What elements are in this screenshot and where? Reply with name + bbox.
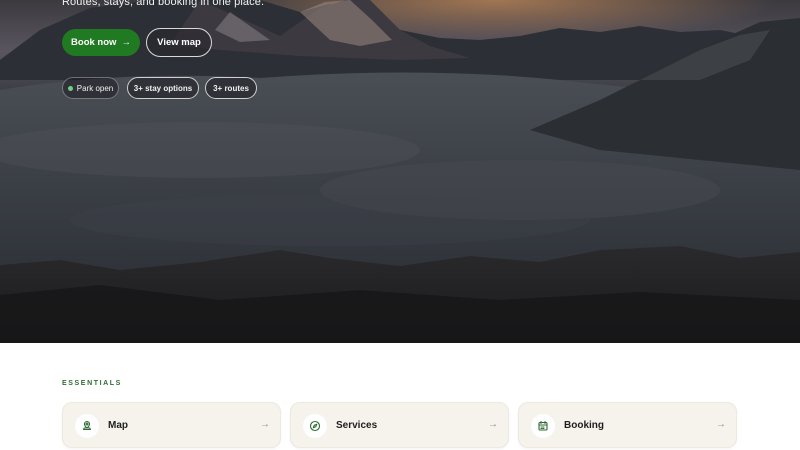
hero-section: Routes, stays, and booking in one place.… <box>0 0 800 343</box>
card-services-label: Services <box>336 420 378 431</box>
view-map-label: View map <box>157 37 201 48</box>
stay-options-label: 3+ stay options <box>133 83 193 93</box>
map-pin-icon <box>75 414 99 438</box>
hero-tagline: Routes, stays, and booking in one place. <box>62 0 265 8</box>
routes-chip[interactable]: 3+ routes <box>205 77 257 99</box>
compass-icon <box>303 414 327 438</box>
arrow-right-icon: → <box>716 419 726 430</box>
routes-label: 3+ routes <box>213 83 249 93</box>
arrow-right-icon: → <box>260 419 270 430</box>
book-now-button[interactable]: Book now → <box>62 29 140 56</box>
essentials-card-booking[interactable]: Booking → <box>518 402 737 448</box>
view-map-button[interactable]: View map <box>146 28 212 57</box>
essentials-card-map[interactable]: Map → <box>62 402 281 448</box>
park-status-chip: Park open <box>62 77 119 99</box>
arrow-right-icon: → <box>488 419 498 430</box>
card-map-label: Map <box>108 420 128 431</box>
stay-options-chip[interactable]: 3+ stay options <box>127 77 199 99</box>
card-booking-label: Booking <box>564 420 604 431</box>
essentials-heading: ESSENTIALS <box>62 380 122 387</box>
arrow-right-icon: → <box>121 37 131 48</box>
park-status-label: Park open <box>76 83 114 93</box>
essentials-card-services[interactable]: Services → <box>290 402 509 448</box>
book-now-label: Book now <box>71 37 117 48</box>
calendar-icon <box>531 414 555 438</box>
status-dot-icon <box>67 85 73 91</box>
